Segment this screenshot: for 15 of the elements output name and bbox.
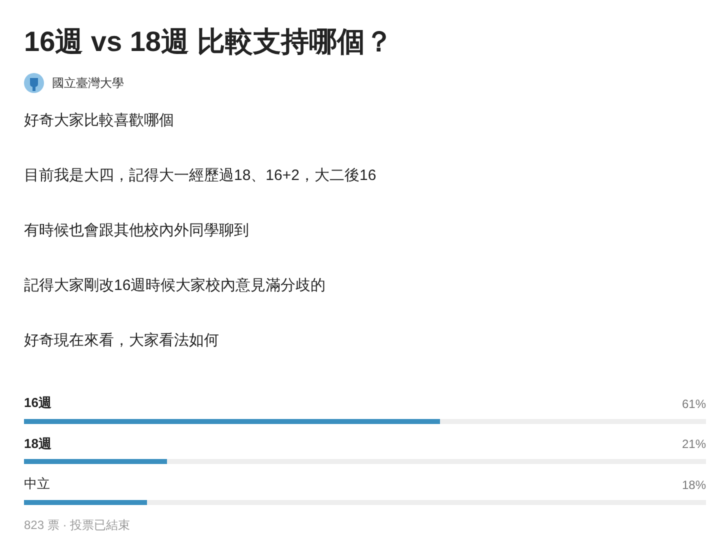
option-label: 中立 bbox=[24, 475, 50, 493]
paragraph: 好奇現在來看，大家看法如何 bbox=[24, 331, 220, 351]
author-name[interactable]: 國立臺灣大學 bbox=[52, 74, 124, 92]
percentage: 18% bbox=[682, 476, 706, 494]
percentage: 61% bbox=[682, 396, 706, 412]
paragraph: 有時候也會跟其他校內外同學聊到 bbox=[24, 221, 250, 241]
paragraph: 目前我是大四，記得大一經歷過18、16+2，大二後16 bbox=[24, 166, 378, 186]
percentage: 21% bbox=[682, 436, 706, 453]
paragraph: 記得大家剛改16週時候大家校內意見滿分歧的 bbox=[24, 276, 327, 296]
post-title: 16週 vs 18週 比較支持哪個？ bbox=[24, 25, 394, 59]
paragraph: 好奇大家比較喜歡哪個 bbox=[24, 111, 175, 131]
poll-footer: 823 票 · 投票已結束 bbox=[24, 516, 706, 534]
avatar-icon bbox=[24, 73, 44, 93]
option-label: 16週 bbox=[24, 394, 52, 412]
option-label: 18週 bbox=[24, 434, 52, 452]
